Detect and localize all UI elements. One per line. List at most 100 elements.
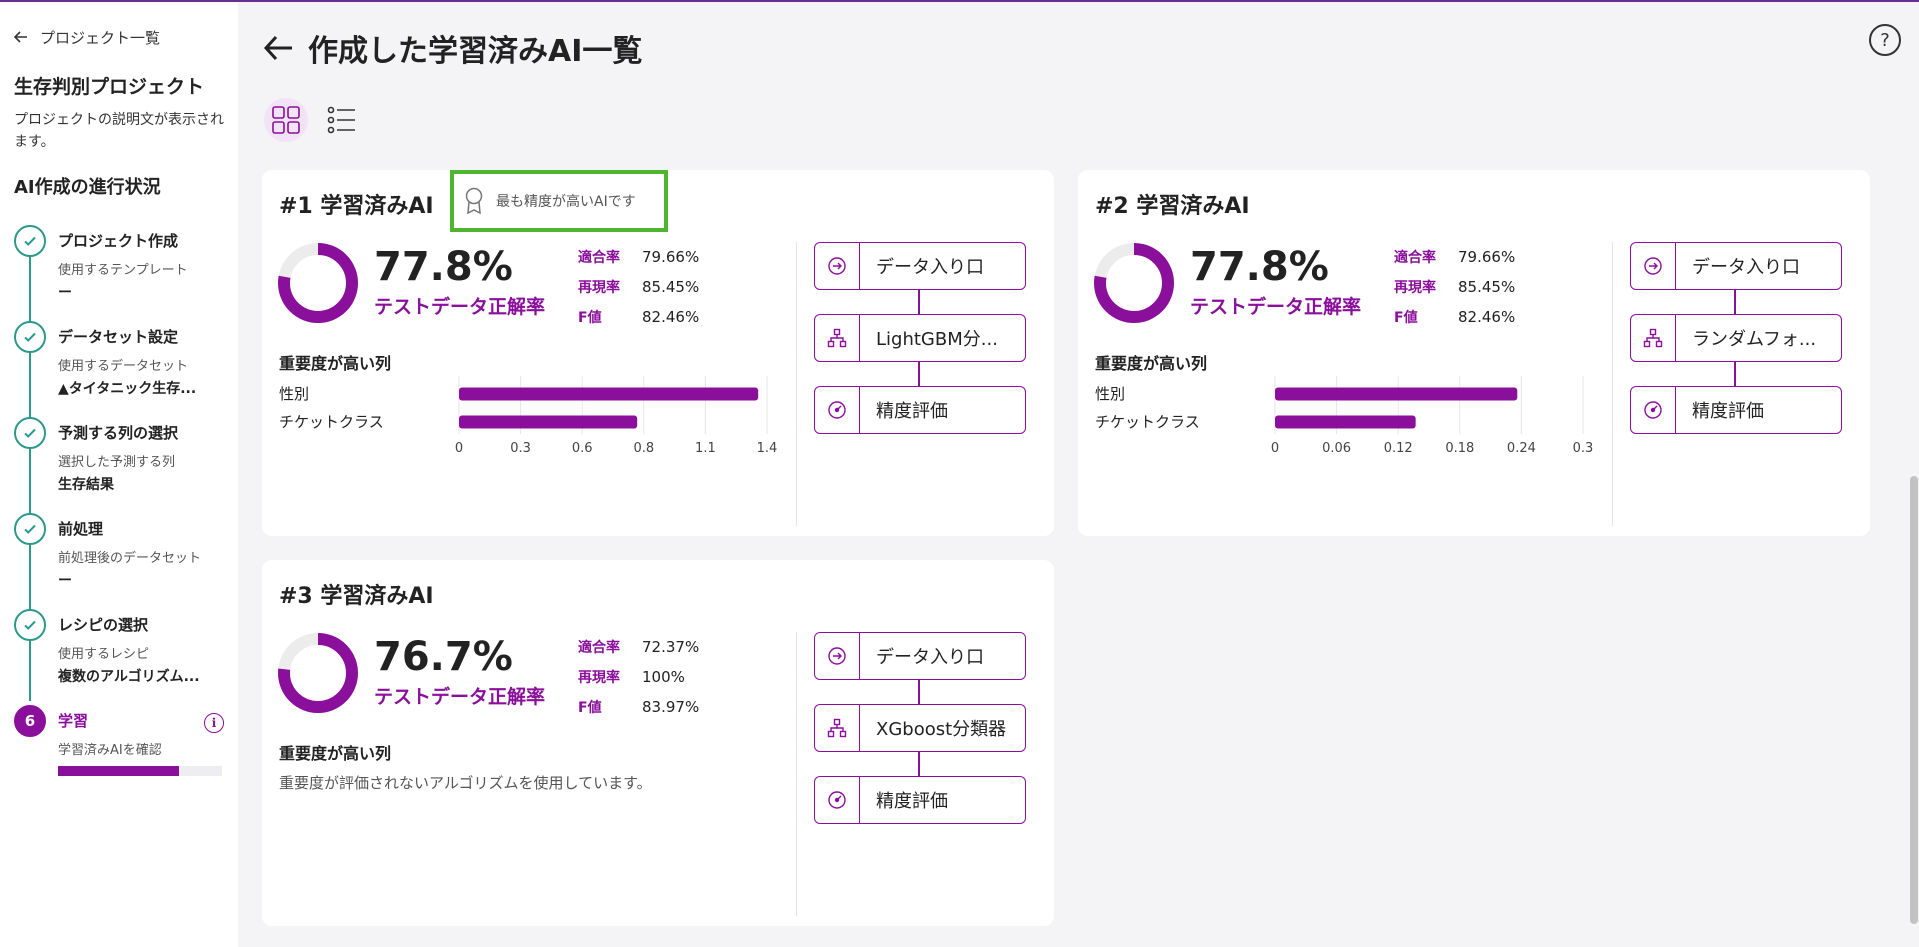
pipeline-step-label: 精度評価: [876, 791, 948, 812]
metric-precision: 適合率 79.66%: [1394, 242, 1515, 272]
grid-view-button[interactable]: [264, 98, 308, 142]
project-description: プロジェクトの説明文が表示されます。: [14, 112, 224, 150]
step-dataset-setting[interactable]: データセット設定 使用するデータセット ▲タイタニック生存...: [14, 321, 224, 417]
category-label: 性別: [1095, 385, 1125, 403]
step-complete-badge: [14, 513, 46, 545]
pipeline-step-label: LightGBM分...: [876, 329, 998, 350]
importance-bar: [459, 415, 638, 429]
accuracy-label: テストデータ正解率: [374, 296, 546, 318]
metric-value: 79.66%: [642, 248, 700, 266]
card-divider: [1612, 242, 1613, 526]
pipeline-connector: [918, 362, 920, 386]
gauge-icon: [828, 791, 846, 809]
importance-bar: [1275, 415, 1416, 429]
training-progress-fill: [58, 766, 180, 776]
scrollbar-thumb[interactable]: [1910, 476, 1918, 924]
card-divider: [796, 632, 797, 916]
pipeline-step-algorithm[interactable]: XGboost分類器: [814, 704, 1026, 752]
enter-icon: [828, 647, 846, 665]
step-value: ▲タイタニック生存...: [58, 381, 197, 397]
metric-value: 72.37%: [642, 638, 700, 656]
pipeline-step-data-entry[interactable]: データ入り口: [814, 632, 1026, 680]
pipeline: データ入り口 ランダムフォ... 精度評価: [1630, 242, 1842, 434]
step-target-column[interactable]: 予測する列の選択 選択した予測する列 生存結果: [14, 417, 224, 513]
progress-steps: プロジェクト作成 使用するテンプレート ー データセット設定 使用するデータセッ…: [14, 225, 224, 801]
metrics-list: 適合率 79.66% 再現率 85.45% F値 82.46%: [1394, 242, 1515, 332]
tree-icon: [1643, 328, 1663, 348]
importance-note: 重要度が評価されないアルゴリズムを使用しています。: [279, 774, 652, 792]
step-preprocess[interactable]: 前処理 前処理後のデータセット ー: [14, 513, 224, 609]
award-icon: [465, 187, 483, 215]
step-training[interactable]: 6 学習 i 学習済みAIを確認: [14, 705, 224, 801]
pipeline-connector: [918, 680, 920, 704]
pipeline: データ入り口 LightGBM分... 精度評価: [814, 242, 1026, 434]
view-toggle: [264, 98, 364, 142]
step-sub: 使用するデータセット: [58, 359, 189, 374]
training-progress-bar: [58, 766, 222, 776]
accuracy-label: テストデータ正解率: [1190, 296, 1362, 318]
model-card-1[interactable]: #1 学習済みAI 最も精度が高いAIです 77.8% テストデータ正解率 適合…: [262, 170, 1054, 536]
metric-label: 適合率: [578, 250, 620, 266]
step-name: 学習: [58, 712, 89, 730]
best-accuracy-badge: 最も精度が高いAIです: [450, 170, 668, 232]
back-link-label: プロジェクト一覧: [40, 28, 161, 47]
model-card-2[interactable]: #2 学習済みAI 77.8% テストデータ正解率 適合率 79.66% 再現率 8…: [1078, 170, 1870, 536]
pipeline-step-label: データ入り口: [876, 257, 984, 278]
pipeline-step-algorithm[interactable]: LightGBM分...: [814, 314, 1026, 362]
step-name: レシピの選択: [58, 616, 149, 634]
x-tick-label: 0.24: [1507, 441, 1536, 456]
metric-label: 再現率: [578, 670, 620, 686]
list-view-button[interactable]: [320, 98, 364, 142]
enter-icon: [828, 257, 846, 275]
accuracy-value: 77.8%: [1190, 244, 1329, 290]
x-tick-label: 0.3: [510, 441, 531, 456]
tree-icon: [827, 328, 847, 348]
metric-value: 82.46%: [642, 308, 700, 326]
metric-label: 適合率: [578, 640, 620, 656]
x-tick-label: 0.06: [1322, 441, 1351, 456]
step-sub: 選択した予測する列: [58, 455, 176, 470]
step-complete-badge: [14, 225, 46, 257]
step-complete-badge: [14, 609, 46, 641]
arrow-left-icon: [14, 31, 27, 43]
metric-value: 85.45%: [1458, 278, 1516, 296]
x-tick-label: 1.1: [695, 441, 716, 456]
importance-title: 重要度が高い列: [1095, 354, 1208, 373]
model-card-3[interactable]: #3 学習済みAI 76.7% テストデータ正解率 適合率 72.37% 再現率 1…: [262, 560, 1054, 926]
main-content: 作成した学習済みAI一覧 ? #1 学習済みAI 最も精度が高いAIです 77.…: [238, 2, 1919, 947]
check-icon: [24, 428, 36, 438]
scrollbar[interactable]: [1909, 172, 1919, 924]
step-complete-badge: [14, 321, 46, 353]
step-name: 予測する列の選択: [58, 424, 179, 442]
step-project-create[interactable]: プロジェクト作成 使用するテンプレート ー: [14, 225, 224, 321]
help-icon[interactable]: ?: [1869, 24, 1901, 56]
metric-f-value: F値 82.46%: [1394, 302, 1515, 332]
pipeline-step-evaluation[interactable]: 精度評価: [814, 386, 1026, 434]
x-tick-label: 0.18: [1445, 441, 1474, 456]
metric-f-value: F値 82.46%: [578, 302, 699, 332]
step-recipe-select[interactable]: レシピの選択 使用するレシピ 複数のアルゴリズム...: [14, 609, 224, 705]
accuracy-value: 76.7%: [374, 634, 513, 680]
gauge-icon: [1644, 401, 1662, 419]
feature-importance-chart: 0 0.3 0.6 0.8 1.1 1.4 性別チケットクラス: [279, 376, 777, 456]
pipeline-step-evaluation[interactable]: 精度評価: [1630, 386, 1842, 434]
metric-label: F値: [578, 310, 602, 326]
pipeline-step-algorithm[interactable]: ランダムフォ...: [1630, 314, 1842, 362]
pipeline-step-label: データ入り口: [1692, 257, 1800, 278]
step-value: 生存結果: [58, 477, 114, 493]
tree-icon: [827, 718, 847, 738]
arrow-left-icon[interactable]: [262, 31, 296, 65]
pipeline-step-data-entry[interactable]: データ入り口: [814, 242, 1026, 290]
category-label: 性別: [279, 385, 309, 403]
step-sub: 使用するレシピ: [58, 647, 150, 662]
step-sub: 使用するテンプレート: [58, 263, 188, 278]
step-name: データセット設定: [58, 328, 179, 346]
pipeline-step-evaluation[interactable]: 精度評価: [814, 776, 1026, 824]
page-title: 作成した学習済みAI一覧: [308, 34, 643, 69]
x-tick-label: 0.3: [1573, 441, 1594, 456]
back-to-projects-link[interactable]: プロジェクト一覧: [14, 26, 224, 48]
info-icon[interactable]: i: [204, 713, 224, 733]
importance-title: 重要度が高い列: [279, 354, 392, 373]
metrics-list: 適合率 72.37% 再現率 100% F値 83.97%: [578, 632, 699, 722]
pipeline-step-data-entry[interactable]: データ入り口: [1630, 242, 1842, 290]
